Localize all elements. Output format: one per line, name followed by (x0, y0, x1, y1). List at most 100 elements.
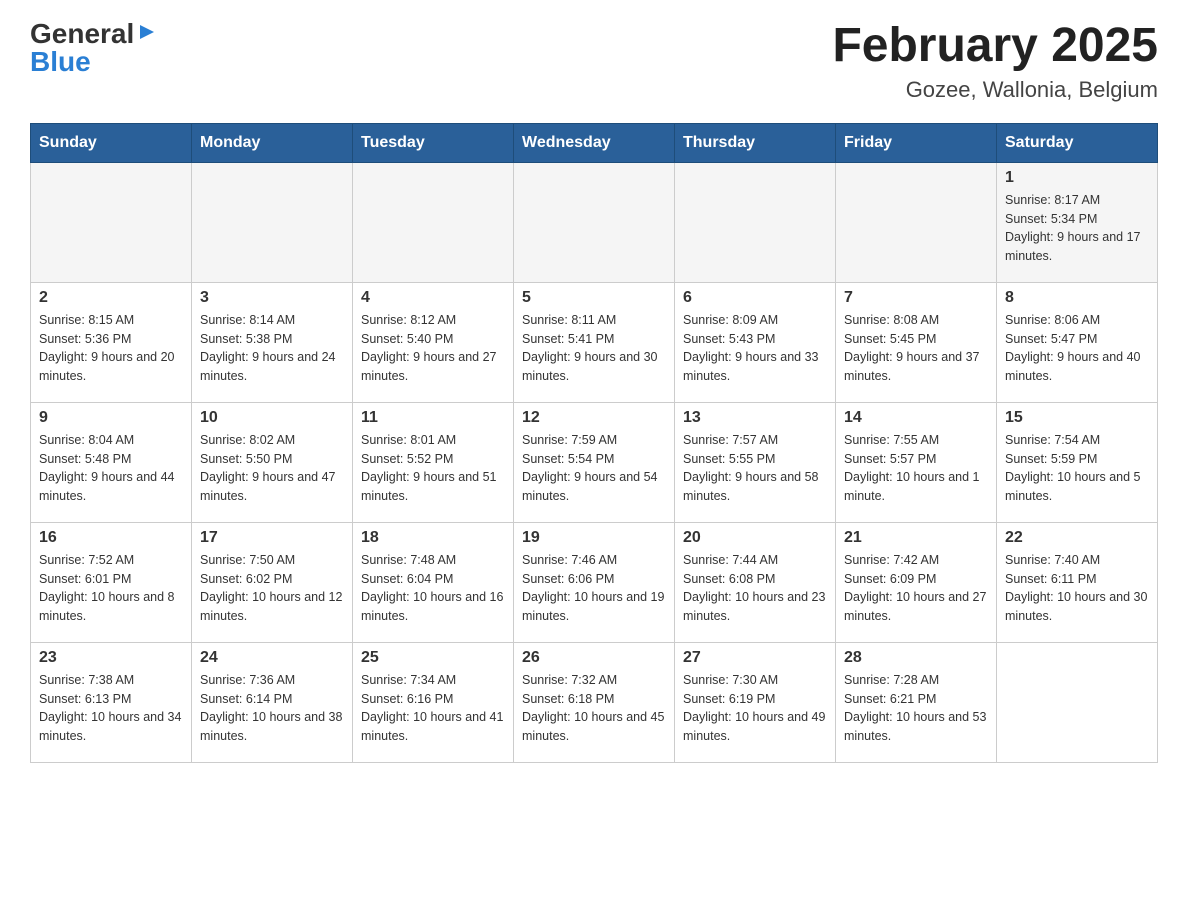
day-number: 5 (522, 289, 666, 307)
day-number: 6 (683, 289, 827, 307)
day-number: 24 (200, 649, 344, 667)
calendar-cell: 21 Sunrise: 7:42 AMSunset: 6:09 PMDayligh… (836, 522, 997, 642)
day-info: Sunrise: 8:08 AMSunset: 5:45 PMDaylight:… (844, 311, 988, 386)
day-info: Sunrise: 8:06 AMSunset: 5:47 PMDaylight:… (1005, 311, 1149, 386)
calendar-cell: 7 Sunrise: 8:08 AMSunset: 5:45 PMDaylight… (836, 282, 997, 402)
day-number: 10 (200, 409, 344, 427)
calendar-week-row: 2 Sunrise: 8:15 AMSunset: 5:36 PMDaylight… (31, 282, 1158, 402)
day-number: 16 (39, 529, 183, 547)
day-info: Sunrise: 7:50 AMSunset: 6:02 PMDaylight:… (200, 551, 344, 626)
logo-blue: Blue (30, 48, 91, 76)
day-number: 2 (39, 289, 183, 307)
day-number: 27 (683, 649, 827, 667)
day-info: Sunrise: 7:36 AMSunset: 6:14 PMDaylight:… (200, 671, 344, 746)
day-number: 4 (361, 289, 505, 307)
calendar-cell: 16 Sunrise: 7:52 AMSunset: 6:01 PMDayligh… (31, 522, 192, 642)
day-number: 15 (1005, 409, 1149, 427)
day-number: 28 (844, 649, 988, 667)
day-info: Sunrise: 8:17 AMSunset: 5:34 PMDaylight:… (1005, 191, 1149, 266)
day-number: 23 (39, 649, 183, 667)
calendar-cell: 8 Sunrise: 8:06 AMSunset: 5:47 PMDaylight… (997, 282, 1158, 402)
day-info: Sunrise: 7:54 AMSunset: 5:59 PMDaylight:… (1005, 431, 1149, 506)
calendar-cell (514, 162, 675, 282)
calendar-cell: 17 Sunrise: 7:50 AMSunset: 6:02 PMDayligh… (192, 522, 353, 642)
calendar-cell: 10Sunrise: 8:02 AMSunset: 5:50 PMDayligh… (192, 402, 353, 522)
calendar-cell (192, 162, 353, 282)
logo-triangle-icon (136, 21, 158, 43)
day-info: Sunrise: 7:57 AMSunset: 5:55 PMDaylight:… (683, 431, 827, 506)
calendar-cell: 24 Sunrise: 7:36 AMSunset: 6:14 PMDayligh… (192, 642, 353, 762)
day-header-tuesday: Tuesday (353, 123, 514, 162)
calendar-cell (675, 162, 836, 282)
day-number: 11 (361, 409, 505, 427)
day-number: 3 (200, 289, 344, 307)
calendar-cell: 14 Sunrise: 7:55 AMSunset: 5:57 PMDayligh… (836, 402, 997, 522)
calendar-cell (31, 162, 192, 282)
day-info: Sunrise: 7:28 AMSunset: 6:21 PMDaylight:… (844, 671, 988, 746)
calendar-cell: 2 Sunrise: 8:15 AMSunset: 5:36 PMDaylight… (31, 282, 192, 402)
day-number: 19 (522, 529, 666, 547)
day-info: Sunrise: 8:14 AMSunset: 5:38 PMDaylight:… (200, 311, 344, 386)
day-number: 26 (522, 649, 666, 667)
day-info: Sunrise: 7:55 AMSunset: 5:57 PMDaylight:… (844, 431, 988, 506)
calendar-week-row: 16 Sunrise: 7:52 AMSunset: 6:01 PMDayligh… (31, 522, 1158, 642)
calendar-cell: 23Sunrise: 7:38 AMSunset: 6:13 PMDayligh… (31, 642, 192, 762)
calendar-cell: 15 Sunrise: 7:54 AMSunset: 5:59 PMDayligh… (997, 402, 1158, 522)
calendar-cell (353, 162, 514, 282)
day-number: 18 (361, 529, 505, 547)
calendar-cell: 27 Sunrise: 7:30 AMSunset: 6:19 PMDayligh… (675, 642, 836, 762)
calendar-cell: 26 Sunrise: 7:32 AMSunset: 6:18 PMDayligh… (514, 642, 675, 762)
day-header-saturday: Saturday (997, 123, 1158, 162)
day-info: Sunrise: 7:42 AMSunset: 6:09 PMDaylight:… (844, 551, 988, 626)
logo: General Blue (30, 20, 158, 76)
calendar-week-row: 1 Sunrise: 8:17 AMSunset: 5:34 PMDaylight… (31, 162, 1158, 282)
day-info: Sunrise: 7:40 AMSunset: 6:11 PMDaylight:… (1005, 551, 1149, 626)
day-info: Sunrise: 7:59 AMSunset: 5:54 PMDaylight:… (522, 431, 666, 506)
calendar-cell: 19 Sunrise: 7:46 AMSunset: 6:06 PMDayligh… (514, 522, 675, 642)
day-info: Sunrise: 8:01 AMSunset: 5:52 PMDaylight:… (361, 431, 505, 506)
day-info: Sunrise: 8:11 AMSunset: 5:41 PMDaylight:… (522, 311, 666, 386)
day-header-thursday: Thursday (675, 123, 836, 162)
calendar-cell: 13 Sunrise: 7:57 AMSunset: 5:55 PMDayligh… (675, 402, 836, 522)
day-number: 21 (844, 529, 988, 547)
calendar-cell: 25 Sunrise: 7:34 AMSunset: 6:16 PMDayligh… (353, 642, 514, 762)
day-info: Sunrise: 8:15 AMSunset: 5:36 PMDaylight:… (39, 311, 183, 386)
calendar-cell: 3 Sunrise: 8:14 AMSunset: 5:38 PMDaylight… (192, 282, 353, 402)
day-number: 1 (1005, 169, 1149, 187)
day-info: Sunrise: 7:32 AMSunset: 6:18 PMDaylight:… (522, 671, 666, 746)
calendar-table: SundayMondayTuesdayWednesdayThursdayFrid… (30, 123, 1158, 763)
logo-general: General (30, 20, 134, 48)
location-title: Gozee, Wallonia, Belgium (832, 77, 1158, 103)
calendar-cell: 18 Sunrise: 7:48 AMSunset: 6:04 PMDayligh… (353, 522, 514, 642)
day-info: Sunrise: 7:48 AMSunset: 6:04 PMDaylight:… (361, 551, 505, 626)
calendar-cell: 28 Sunrise: 7:28 AMSunset: 6:21 PMDayligh… (836, 642, 997, 762)
calendar-cell: 1 Sunrise: 8:17 AMSunset: 5:34 PMDaylight… (997, 162, 1158, 282)
day-number: 25 (361, 649, 505, 667)
day-number: 14 (844, 409, 988, 427)
day-info: Sunrise: 8:04 AMSunset: 5:48 PMDaylight:… (39, 431, 183, 506)
day-header-wednesday: Wednesday (514, 123, 675, 162)
day-number: 13 (683, 409, 827, 427)
calendar-header-row: SundayMondayTuesdayWednesdayThursdayFrid… (31, 123, 1158, 162)
calendar-cell (836, 162, 997, 282)
day-info: Sunrise: 7:34 AMSunset: 6:16 PMDaylight:… (361, 671, 505, 746)
day-number: 20 (683, 529, 827, 547)
day-info: Sunrise: 8:09 AMSunset: 5:43 PMDaylight:… (683, 311, 827, 386)
day-number: 7 (844, 289, 988, 307)
calendar-week-row: 23Sunrise: 7:38 AMSunset: 6:13 PMDayligh… (31, 642, 1158, 762)
calendar-cell: 4Sunrise: 8:12 AMSunset: 5:40 PMDaylight… (353, 282, 514, 402)
day-info: Sunrise: 7:30 AMSunset: 6:19 PMDaylight:… (683, 671, 827, 746)
day-info: Sunrise: 7:46 AMSunset: 6:06 PMDaylight:… (522, 551, 666, 626)
calendar-cell: 12Sunrise: 7:59 AMSunset: 5:54 PMDayligh… (514, 402, 675, 522)
calendar-cell: 6 Sunrise: 8:09 AMSunset: 5:43 PMDaylight… (675, 282, 836, 402)
day-number: 17 (200, 529, 344, 547)
calendar-cell: 5 Sunrise: 8:11 AMSunset: 5:41 PMDaylight… (514, 282, 675, 402)
day-header-sunday: Sunday (31, 123, 192, 162)
month-title: February 2025 (832, 20, 1158, 73)
day-info: Sunrise: 7:52 AMSunset: 6:01 PMDaylight:… (39, 551, 183, 626)
day-info: Sunrise: 7:44 AMSunset: 6:08 PMDaylight:… (683, 551, 827, 626)
day-number: 8 (1005, 289, 1149, 307)
calendar-cell: 20 Sunrise: 7:44 AMSunset: 6:08 PMDayligh… (675, 522, 836, 642)
day-header-monday: Monday (192, 123, 353, 162)
day-number: 22 (1005, 529, 1149, 547)
